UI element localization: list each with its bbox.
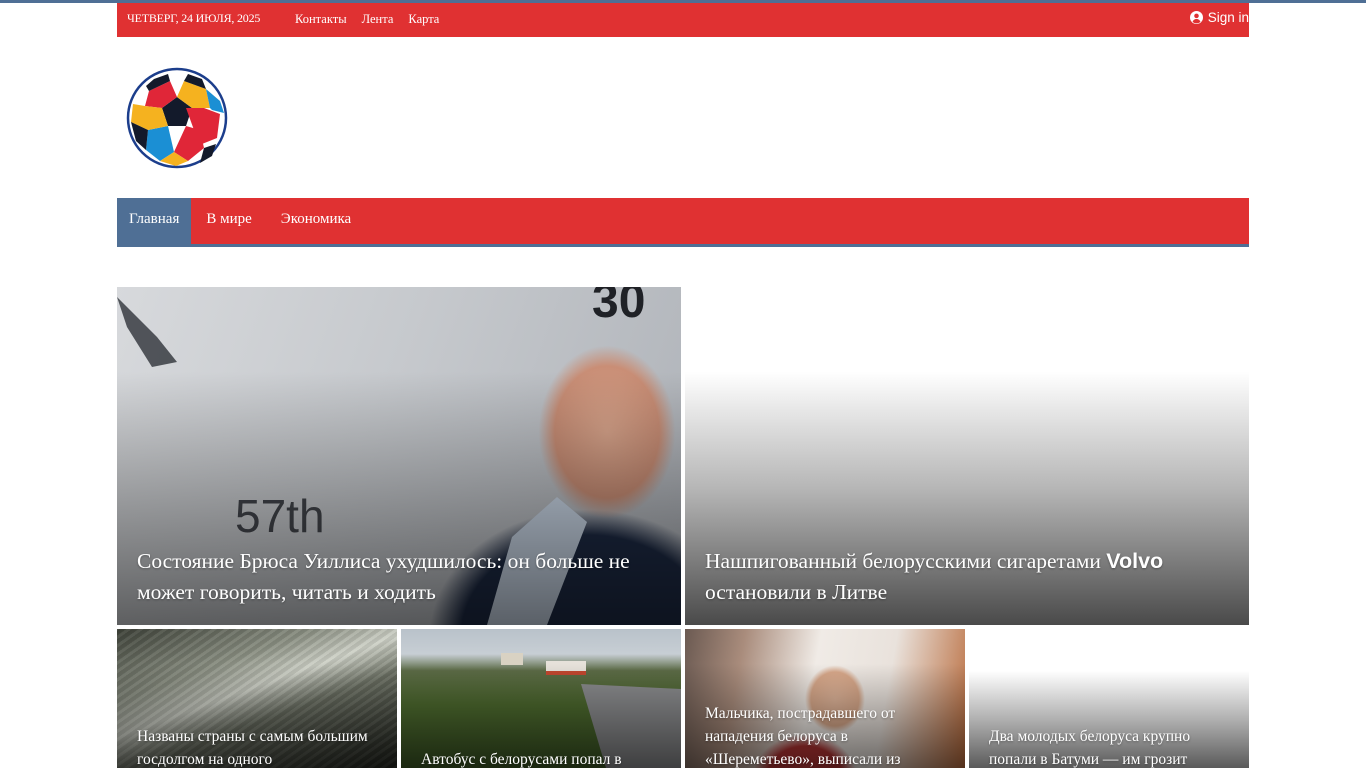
user-circle-icon <box>1189 11 1203 24</box>
featured-article-left[interactable]: 57th 30 Состояние Брюса Уиллиса ухудшило… <box>117 287 681 625</box>
top-link-feed[interactable]: Лента <box>362 12 394 27</box>
sign-in-label: Sign in <box>1207 10 1249 25</box>
nav-item-economy[interactable]: Экономика <box>267 198 365 244</box>
nav-item-home[interactable]: Главная <box>117 198 192 244</box>
article-title-brand: Volvo <box>1106 549 1164 573</box>
article-title-part: Нашпигованный белорусскими сигаретами <box>705 549 1107 573</box>
article-title-part: остановили в Литве <box>705 580 888 604</box>
article-title: Два молодых белоруса крупно попали в Бат… <box>989 728 1191 768</box>
sign-in-link[interactable]: Sign in <box>1189 10 1249 25</box>
article-title: Состояние Брюса Уиллиса ухудшилось: он б… <box>137 549 630 604</box>
top-bar: ЧЕТВЕРГ, 24 ИЮЛЯ, 2025 Контакты Лента Ка… <box>117 3 1249 37</box>
nav-item-world[interactable]: В мире <box>192 198 265 244</box>
main-navigation: Главная В мире Экономика <box>117 198 1249 247</box>
top-links: Контакты Лента Карта <box>295 12 439 27</box>
article-card-2[interactable]: Автобус с белорусами попал в <box>401 629 681 768</box>
article-title: Автобус с белорусами попал в <box>421 751 622 768</box>
article-title: Названы страны с самым большим госдолгом… <box>137 728 368 768</box>
featured-article-right[interactable]: Нашпигованный белорусскими сигаретами Vo… <box>685 287 1249 625</box>
current-date: ЧЕТВЕРГ, 24 ИЮЛЯ, 2025 <box>127 11 261 25</box>
article-title: Нашпигованный белорусскими сигаретами Vo… <box>705 546 1219 608</box>
article-card-1[interactable]: Названы страны с самым большим госдолгом… <box>117 629 397 768</box>
article-card-4[interactable]: Два молодых белоруса крупно попали в Бат… <box>969 629 1249 768</box>
site-logo[interactable] <box>124 66 230 170</box>
top-link-contacts[interactable]: Контакты <box>295 12 347 27</box>
top-link-map[interactable]: Карта <box>408 12 439 27</box>
article-card-3[interactable]: Мальчика, пострадавшего от нападения бел… <box>685 629 965 768</box>
article-title: Мальчика, пострадавшего от нападения бел… <box>705 705 901 768</box>
